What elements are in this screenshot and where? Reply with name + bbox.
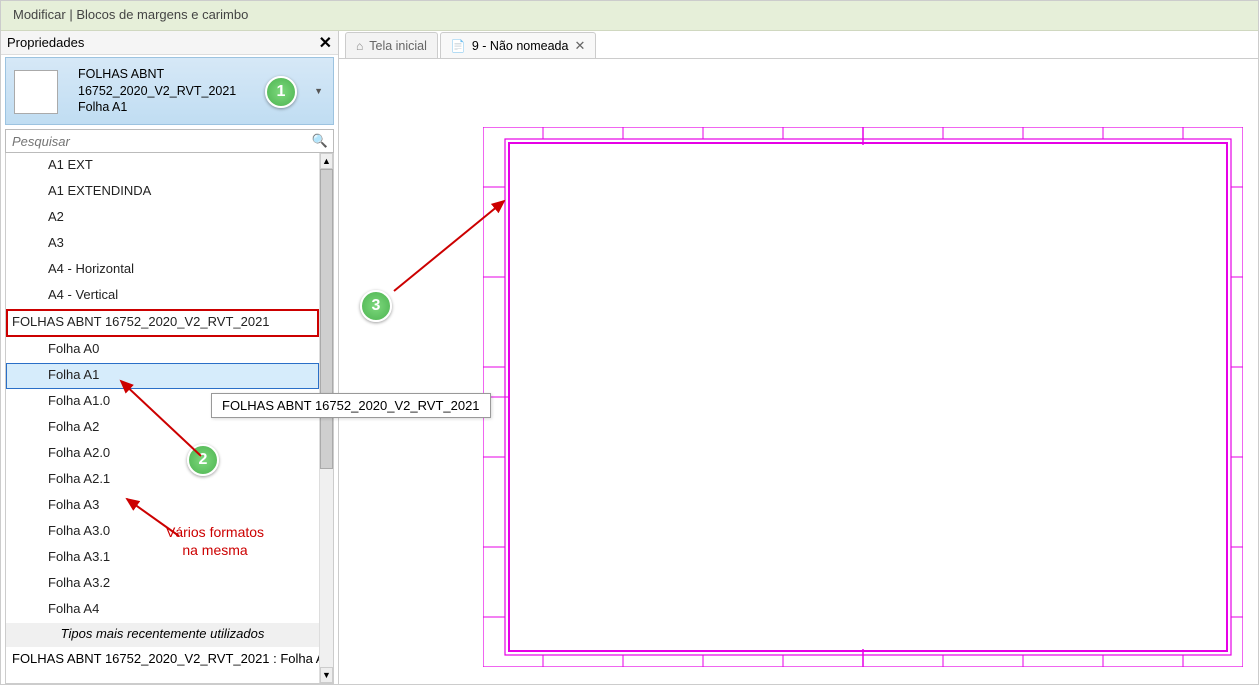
scrollbar[interactable]: ▲ ▼ xyxy=(319,153,333,683)
recent-item[interactable]: FOLHAS ABNT 16752_2020_V2_RVT_2021 : Fol… xyxy=(6,647,319,673)
chevron-down-icon[interactable]: ▼ xyxy=(314,86,323,96)
tab-sheet[interactable]: 📄 9 - Não nomeada ✕ xyxy=(440,32,596,58)
properties-panel: Propriedades ✕ FOLHAS ABNT 16752_2020_V2… xyxy=(1,31,339,684)
drawing-canvas[interactable] xyxy=(339,59,1258,684)
list-item[interactable]: A1 EXT xyxy=(6,153,319,179)
type-line2: 16752_2020_V2_RVT_2021 xyxy=(78,83,236,100)
type-line3: Folha A1 xyxy=(78,99,236,116)
list-item[interactable]: Folha A4 xyxy=(6,597,319,623)
scroll-thumb[interactable] xyxy=(320,169,333,469)
recent-types-header: Tipos mais recentemente utilizados xyxy=(6,623,319,647)
annotation-text-line: Vários formatos xyxy=(166,523,264,541)
list-item[interactable]: A2 xyxy=(6,205,319,231)
scroll-up-icon[interactable]: ▲ xyxy=(320,153,333,169)
close-icon[interactable]: ✕ xyxy=(574,38,585,54)
annotation-arrow xyxy=(389,191,519,301)
type-thumbnail xyxy=(14,70,58,114)
list-item[interactable]: A4 - Horizontal xyxy=(6,257,319,283)
tab-label: Tela inicial xyxy=(369,39,427,53)
tooltip: FOLHAS ABNT 16752_2020_V2_RVT_2021 xyxy=(211,393,491,418)
sheet-graphic xyxy=(483,127,1243,667)
list-item[interactable]: Folha A0 xyxy=(6,337,319,363)
title-bar: Modificar | Blocos de margens e carimbo xyxy=(1,1,1258,31)
annotation-text: Vários formatos na mesma xyxy=(166,523,264,559)
list-item[interactable]: A1 EXTENDINDA xyxy=(6,179,319,205)
search-icon[interactable]: 🔍 xyxy=(312,133,328,149)
properties-title: Propriedades xyxy=(7,35,84,50)
list-item[interactable]: Folha A3.2 xyxy=(6,571,319,597)
scroll-down-icon[interactable]: ▼ xyxy=(320,667,333,683)
home-icon: ⌂ xyxy=(356,39,363,53)
properties-header: Propriedades ✕ xyxy=(1,31,338,55)
type-line1: FOLHAS ABNT xyxy=(78,66,236,83)
list-item[interactable]: A4 - Vertical xyxy=(6,283,319,309)
canvas-panel: ⌂ Tela inicial 📄 9 - Não nomeada ✕ xyxy=(339,31,1258,684)
close-icon[interactable]: ✕ xyxy=(319,33,332,53)
annotation-badge-1: 1 xyxy=(265,76,297,108)
type-text: FOLHAS ABNT 16752_2020_V2_RVT_2021 Folha… xyxy=(78,66,236,117)
tabs-bar: ⌂ Tela inicial 📄 9 - Não nomeada ✕ xyxy=(339,31,1258,59)
list-group-header-highlighted[interactable]: FOLHAS ABNT 16752_2020_V2_RVT_2021 xyxy=(6,309,319,337)
annotation-text-line: na mesma xyxy=(166,541,264,559)
search-box: 🔍 xyxy=(5,129,334,153)
tab-home[interactable]: ⌂ Tela inicial xyxy=(345,32,438,58)
sheet-icon: 📄 xyxy=(451,39,466,53)
tab-label: 9 - Não nomeada xyxy=(472,39,569,53)
list-item[interactable]: A3 xyxy=(6,231,319,257)
search-input[interactable] xyxy=(5,129,334,153)
annotation-badge-3: 3 xyxy=(360,290,392,322)
annotation-arrow xyxy=(111,371,221,471)
